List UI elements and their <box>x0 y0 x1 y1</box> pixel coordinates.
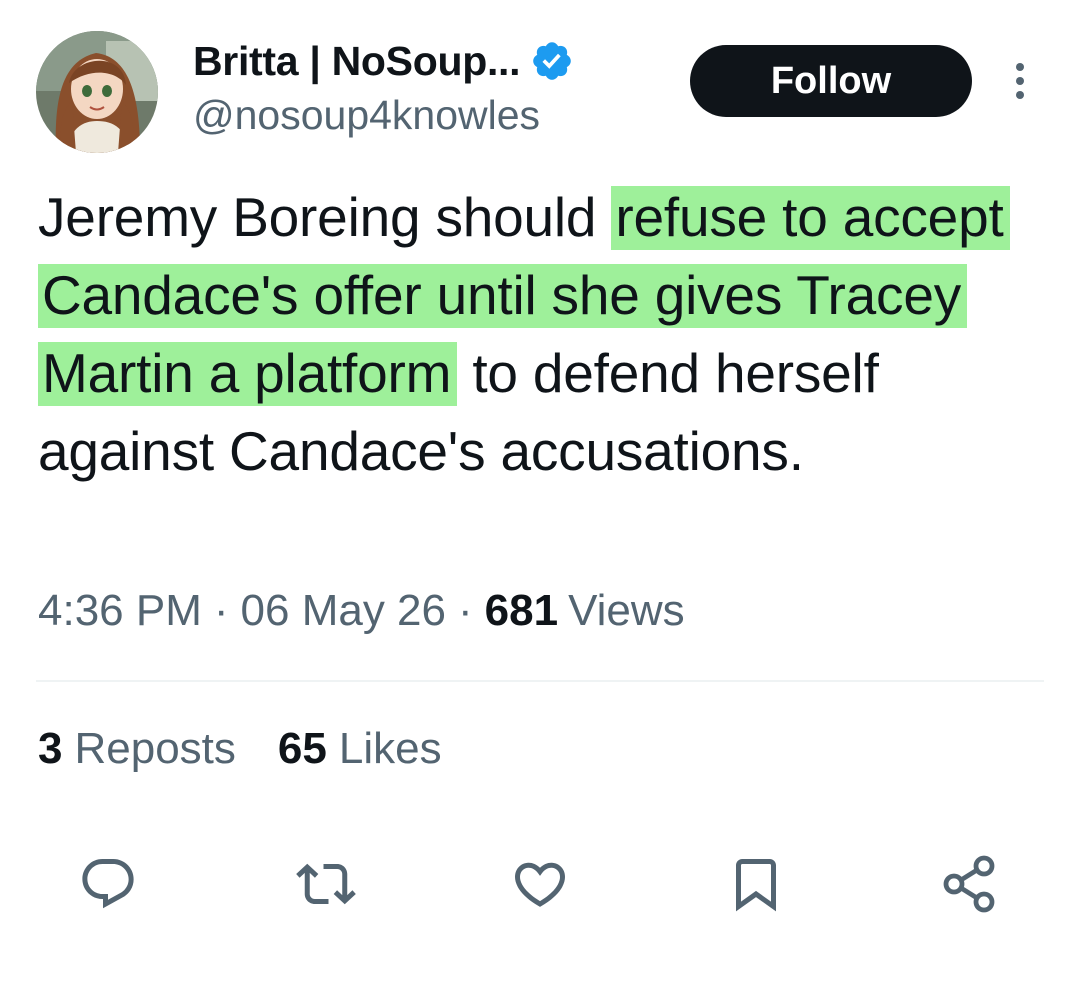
follow-button[interactable]: Follow <box>690 45 972 117</box>
display-name[interactable]: Britta | NoSoup... <box>193 38 521 85</box>
avatar[interactable] <box>36 31 158 153</box>
tweet-text-before: Jeremy Boreing should <box>38 186 612 248</box>
views-label[interactable]: Views <box>568 586 685 636</box>
reply-icon[interactable] <box>76 852 140 916</box>
more-options-icon[interactable] <box>1004 58 1036 104</box>
meta-separator: · <box>213 586 229 635</box>
likes-label[interactable]: Likes <box>339 724 442 774</box>
meta-separator: · <box>458 586 473 635</box>
repost-icon[interactable] <box>294 852 358 916</box>
author-handle[interactable]: @nosoup4knowles <box>193 92 540 139</box>
divider <box>36 680 1044 682</box>
share-icon[interactable] <box>938 852 1002 916</box>
views-count[interactable]: 681 <box>485 586 558 636</box>
tweet-text: Jeremy Boreing should refuse to accept C… <box>38 178 1048 490</box>
author-name-row: Britta | NoSoup... <box>193 36 574 86</box>
verified-badge-icon <box>530 39 574 83</box>
tweet-time[interactable]: 4:36 PM <box>38 586 202 636</box>
reposts-count[interactable]: 3 <box>38 724 62 774</box>
tweet-date[interactable]: 06 May 26 <box>241 586 446 636</box>
like-icon[interactable] <box>508 852 572 916</box>
bookmark-icon[interactable] <box>724 852 788 916</box>
likes-count[interactable]: 65 <box>278 724 327 774</box>
reposts-label[interactable]: Reposts <box>74 724 235 774</box>
tweet-meta: 4:36 PM · 06 May 26 · 681 Views <box>38 586 685 636</box>
tweet-stats: 3 Reposts 65 Likes <box>38 724 442 774</box>
action-bar <box>0 852 1080 922</box>
